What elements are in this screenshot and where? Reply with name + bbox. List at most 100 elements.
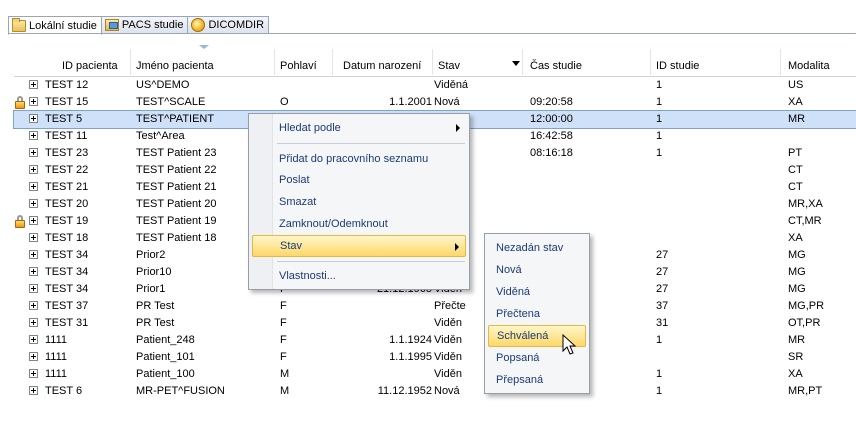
menu-item-label: Hledat podle bbox=[279, 122, 341, 134]
menu-item-add-to-worklist[interactable]: Přidat do pracovního seznamu bbox=[252, 148, 466, 170]
submenu-arrow-icon bbox=[455, 243, 459, 251]
expand-icon[interactable] bbox=[29, 284, 38, 293]
filter-dropdown-icon[interactable] bbox=[512, 61, 520, 66]
tab-baseline bbox=[8, 33, 856, 34]
cell-study-time: 16:42:58 bbox=[530, 130, 573, 142]
cell-patient-name: Patient_101 bbox=[136, 351, 195, 363]
cell-modality: MG,PR bbox=[788, 300, 825, 312]
table-row[interactable]: 1111 Patient_100 M Viděn 1 XA bbox=[14, 366, 856, 383]
expand-icon[interactable] bbox=[29, 335, 38, 344]
column-divider bbox=[130, 49, 131, 75]
header-birth-date[interactable]: Datum narození bbox=[343, 60, 421, 72]
dicomdir-icon bbox=[191, 18, 206, 32]
expand-icon[interactable] bbox=[29, 114, 38, 123]
menu-item-status[interactable]: Stav bbox=[252, 235, 466, 257]
expand-icon[interactable] bbox=[29, 97, 38, 106]
table-row[interactable]: TEST 6MR-PET^FUSIONM11.12.1952Nová09:25:… bbox=[14, 383, 856, 400]
header-sex[interactable]: Pohlaví bbox=[280, 60, 317, 72]
submenu-item-new[interactable]: Nová bbox=[488, 259, 586, 281]
table-row[interactable]: 1111 Patient_248 F 1.1.1924 Viděn 1 MR bbox=[14, 332, 856, 349]
cell-study-id: 1 bbox=[656, 113, 663, 125]
cell-birth-date: 1.1.1924 bbox=[389, 334, 432, 346]
header-patient-id[interactable]: ID pacienta bbox=[62, 60, 118, 72]
cell-modality: XA bbox=[788, 232, 803, 244]
cell-patient-id: TEST 20 bbox=[45, 198, 89, 210]
column-divider bbox=[274, 49, 275, 75]
submenu-item-label: Přepsaná bbox=[496, 374, 544, 386]
cell-patient-id: 1111 bbox=[45, 351, 68, 363]
tab-pacs-studies[interactable]: PACS studie bbox=[101, 16, 189, 34]
cell-modality: PT bbox=[788, 147, 803, 159]
cell-sex: F bbox=[280, 300, 287, 312]
table-row[interactable]: TEST 15 TEST^SCALE O 1.1.2001 Nová 09:20:58 1 X… bbox=[14, 94, 856, 111]
cell-patient-name: TEST Patient 23 bbox=[136, 147, 217, 159]
cell-patient-id: TEST 6 bbox=[45, 385, 83, 397]
cell-study-id: 1 bbox=[656, 147, 663, 159]
cell-study-id: 27 bbox=[656, 266, 669, 278]
expand-icon[interactable] bbox=[29, 352, 38, 361]
expand-icon[interactable] bbox=[29, 165, 38, 174]
cell-patient-id: TEST 21 bbox=[45, 181, 89, 193]
expand-icon[interactable] bbox=[29, 131, 38, 140]
submenu-item-seen[interactable]: Viděná bbox=[488, 281, 586, 303]
header-status[interactable]: Stav bbox=[438, 60, 460, 72]
table-row[interactable]: TEST 37 PR Test F Přečte 37 MG,PR bbox=[14, 298, 856, 315]
cell-sex: F bbox=[280, 351, 287, 363]
menu-item-label: Přidat do pracovního seznamu bbox=[279, 153, 429, 165]
cell-status: Viděná bbox=[434, 79, 469, 91]
tab-label: Lokální studie bbox=[29, 19, 97, 32]
cell-status: Viděn bbox=[434, 334, 462, 346]
menu-item-lock-unlock[interactable]: Zamknout/Odemknout bbox=[252, 213, 466, 235]
expand-icon[interactable] bbox=[29, 301, 38, 310]
tab-dicomdir[interactable]: DICOMDIR bbox=[188, 16, 270, 34]
menu-separator bbox=[277, 143, 465, 144]
submenu-item-unassigned[interactable]: Nezadán stav bbox=[488, 237, 586, 259]
header-modality[interactable]: Modalita bbox=[788, 60, 830, 72]
expand-icon[interactable] bbox=[29, 199, 38, 208]
expand-icon[interactable] bbox=[29, 216, 38, 225]
column-divider bbox=[780, 49, 781, 75]
submenu-item-label: Nezadán stav bbox=[496, 242, 564, 254]
header-study-id[interactable]: ID studie bbox=[656, 60, 699, 72]
mouse-pointer-icon bbox=[562, 334, 577, 355]
cell-modality: CT,MR bbox=[788, 215, 822, 227]
cell-patient-name: US^DEMO bbox=[136, 79, 190, 91]
expand-icon[interactable] bbox=[29, 267, 38, 276]
table-row[interactable]: TEST 31 PR Test F Viděn 31 OT,PR bbox=[14, 315, 856, 332]
menu-item-send[interactable]: Poslat bbox=[252, 169, 466, 191]
column-divider bbox=[650, 49, 651, 75]
expand-icon[interactable] bbox=[29, 148, 38, 157]
table-row[interactable]: 1111 Patient_101 F 1.1.1995 Viděn SR bbox=[14, 349, 856, 366]
header-study-time[interactable]: Čas studie bbox=[530, 60, 582, 72]
lock-icon bbox=[14, 215, 26, 228]
header-patient-name[interactable]: Jméno pacienta bbox=[136, 60, 214, 72]
cell-patient-name: TEST Patient 22 bbox=[136, 164, 217, 176]
menu-separator bbox=[277, 261, 465, 262]
menu-item-properties[interactable]: Vlastnosti... bbox=[252, 265, 466, 287]
cell-study-id: 27 bbox=[656, 249, 669, 261]
tab-label: PACS studie bbox=[121, 19, 184, 31]
menu-item-search-by[interactable]: Hledat podle bbox=[252, 117, 466, 139]
column-divider bbox=[522, 49, 523, 75]
cell-study-id: 31 bbox=[656, 317, 669, 329]
submenu-item-read[interactable]: Přečtena bbox=[488, 303, 586, 325]
expand-icon[interactable] bbox=[29, 318, 38, 327]
menu-item-label: Smazat bbox=[279, 196, 317, 208]
menu-item-delete[interactable]: Smazat bbox=[252, 191, 466, 213]
cell-modality: XA bbox=[788, 96, 803, 108]
tab-label: DICOMDIR bbox=[208, 19, 265, 31]
cell-status: Nová bbox=[434, 96, 460, 108]
expand-icon[interactable] bbox=[29, 80, 38, 89]
cell-patient-id: TEST 15 bbox=[45, 96, 89, 108]
cell-sex: O bbox=[280, 96, 289, 108]
pacs-icon bbox=[104, 19, 119, 31]
submenu-item-rewritten[interactable]: Přepsaná bbox=[488, 369, 586, 391]
cell-birth-date: 1.1.2001 bbox=[389, 96, 432, 108]
expand-icon[interactable] bbox=[29, 369, 38, 378]
expand-icon[interactable] bbox=[29, 386, 38, 395]
expand-icon[interactable] bbox=[29, 182, 38, 191]
menu-item-label: Vlastnosti... bbox=[279, 270, 336, 282]
expand-icon[interactable] bbox=[29, 250, 38, 259]
table-row[interactable]: TEST 12 US^DEMO Viděná 1 US bbox=[14, 77, 856, 94]
expand-icon[interactable] bbox=[29, 233, 38, 242]
